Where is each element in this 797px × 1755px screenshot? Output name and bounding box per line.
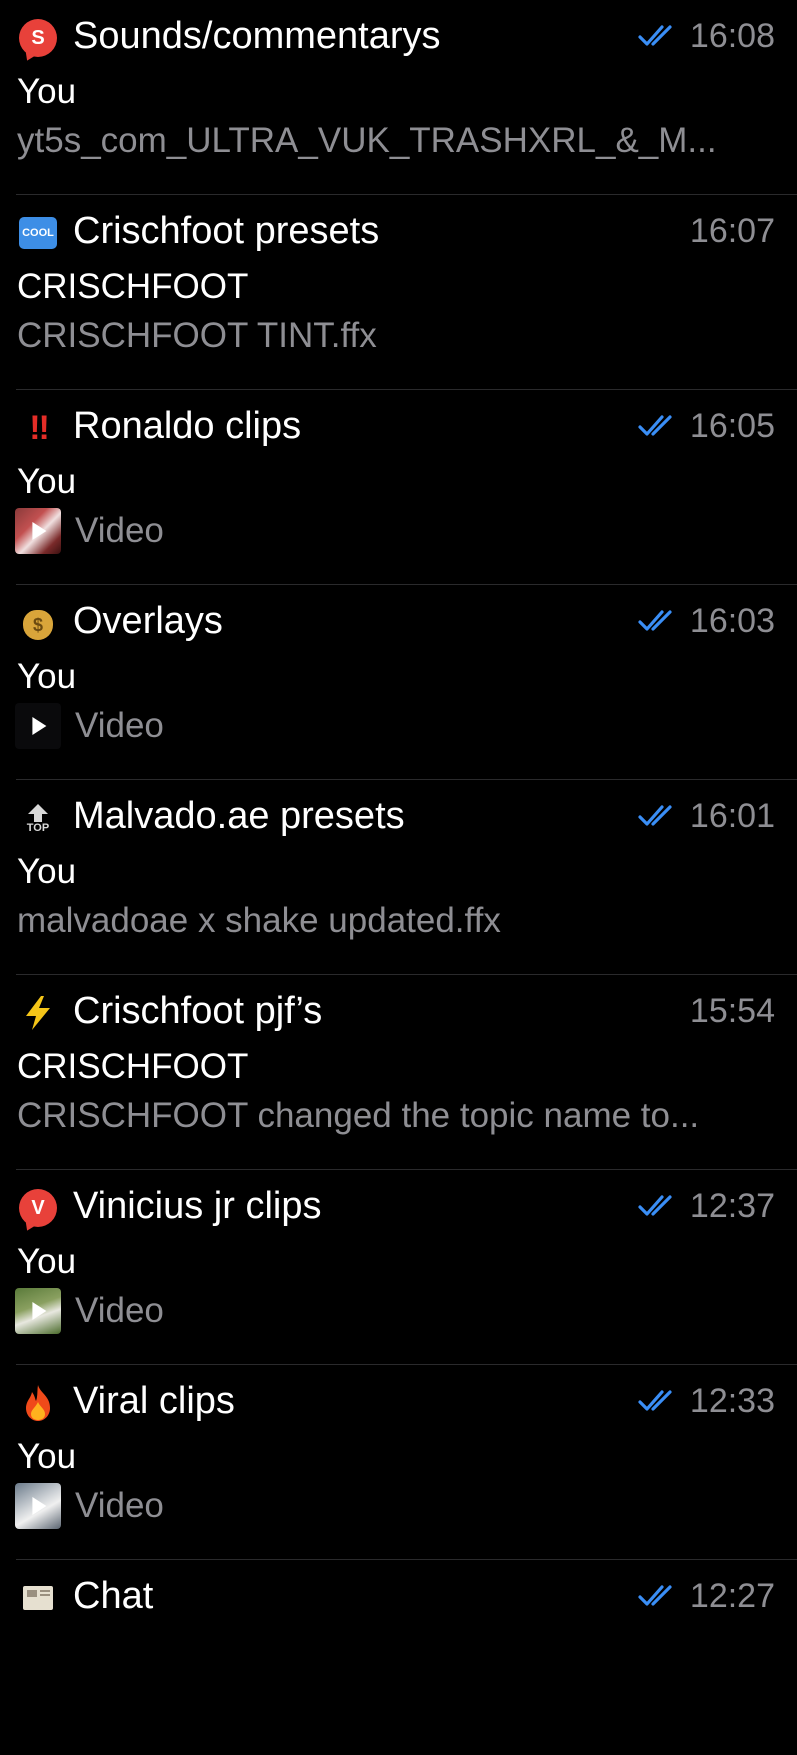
topic-row-vinicius-clips[interactable]: V Vinicius jr clips 12:37 You Video [0, 1170, 797, 1365]
topic-time: 16:08 [689, 17, 775, 55]
double-check-icon [638, 1193, 680, 1219]
video-thumbnail [15, 1288, 61, 1334]
topic-row-chat[interactable]: Chat 12:27 [0, 1560, 797, 1755]
topic-time: 12:37 [689, 1187, 775, 1225]
topic-row-viral-clips[interactable]: Viral clips 12:33 You Video [0, 1365, 797, 1560]
topic-time: 15:54 [689, 992, 775, 1030]
topic-title: Viral clips [73, 1380, 235, 1422]
topic-meta: 16:01 [638, 794, 775, 838]
video-thumbnail [15, 508, 61, 554]
topic-title: Malvado.ae presets [73, 795, 405, 837]
top-arrow-icon: TOP [18, 798, 58, 838]
topic-sender: You [17, 852, 77, 891]
lightning-icon [18, 993, 58, 1033]
topic-preview: Video [75, 1291, 164, 1330]
topic-sender: You [17, 1242, 77, 1281]
topic-time: 16:03 [689, 602, 775, 640]
red-speech-bubble-v-icon: V [18, 1188, 58, 1228]
topic-preview: CRISCHFOOT TINT.ffx [17, 316, 377, 355]
double-check-icon [638, 413, 680, 439]
play-icon [32, 1497, 47, 1515]
double-check-icon [638, 23, 680, 49]
topic-sender: You [17, 657, 77, 696]
topic-title: Vinicius jr clips [73, 1185, 322, 1227]
topic-meta: 16:03 [638, 599, 775, 643]
topic-title: Chat [73, 1575, 154, 1617]
topic-title: Overlays [73, 600, 223, 642]
topic-time: 12:27 [689, 1577, 775, 1615]
topic-sender: CRISCHFOOT [17, 1047, 249, 1086]
red-speech-bubble-s-icon: S [18, 18, 58, 58]
topic-time: 16:05 [689, 407, 775, 445]
topic-title: Ronaldo clips [73, 405, 302, 447]
topic-sender: You [17, 462, 77, 501]
topic-title: Crischfoot pjf’s [73, 990, 323, 1032]
topic-meta: 16:08 [638, 14, 775, 58]
topic-time: 16:07 [689, 212, 775, 250]
double-exclamation-icon: ‼ [29, 408, 49, 447]
topic-row-crischfoot-presets[interactable]: COOL Crischfoot presets 16:07 CRISCHFOOT… [0, 195, 797, 390]
media-preview: Video [15, 1288, 164, 1334]
media-preview: Video [15, 1483, 164, 1529]
topic-time: 16:01 [689, 797, 775, 835]
fire-icon [18, 1383, 58, 1423]
topic-row-crischfoot-pjfs[interactable]: Crischfoot pjf’s 15:54 CRISCHFOOT CRISCH… [0, 975, 797, 1170]
topic-row-ronaldo-clips[interactable]: ‼ Ronaldo clips 16:05 You Video [0, 390, 797, 585]
topic-preview: malvadoae x shake updated.ffx [17, 901, 501, 940]
topic-meta: 12:33 [638, 1379, 775, 1423]
topic-meta: 12:27 [638, 1574, 775, 1618]
topic-title: Sounds/commentarys [73, 15, 441, 57]
double-check-icon [638, 608, 680, 634]
topic-preview: CRISCHFOOT changed the topic name to... [17, 1096, 700, 1135]
topic-row-malvado-presets[interactable]: TOP Malvado.ae presets 16:01 You malvado… [0, 780, 797, 975]
topic-meta: 16:05 [638, 404, 775, 448]
media-preview: Video [15, 703, 164, 749]
topic-sender: CRISCHFOOT [17, 267, 249, 306]
topic-sender: You [17, 1437, 77, 1476]
double-check-icon [638, 1388, 680, 1414]
newspaper-icon [18, 1578, 58, 1618]
topic-meta: 16:07 [690, 209, 775, 253]
video-thumbnail [15, 1483, 61, 1529]
money-bag-icon: $ [18, 603, 58, 643]
double-check-icon [638, 1583, 680, 1609]
topic-preview: Video [75, 1486, 164, 1525]
topic-meta: 15:54 [690, 989, 775, 1033]
video-thumbnail [15, 703, 61, 749]
topic-meta: 12:37 [638, 1184, 775, 1228]
topic-title: Crischfoot presets [73, 210, 380, 252]
topic-sender: You [17, 72, 77, 111]
topic-preview: Video [75, 511, 164, 550]
play-icon [32, 717, 47, 735]
media-preview: Video [15, 508, 164, 554]
cool-button-icon: COOL [18, 213, 58, 253]
topic-time: 12:33 [689, 1382, 775, 1420]
play-icon [32, 1302, 47, 1320]
play-icon [32, 522, 47, 540]
topic-preview: yt5s_com_ULTRA_VUK_TRASHXRL_&_M... [17, 121, 717, 160]
topic-preview: Video [75, 706, 164, 745]
topic-row-sounds[interactable]: S Sounds/commentarys 16:08 You yt5s_com_… [0, 0, 797, 195]
double-check-icon [638, 803, 680, 829]
topic-row-overlays[interactable]: $ Overlays 16:03 You Video [0, 585, 797, 780]
